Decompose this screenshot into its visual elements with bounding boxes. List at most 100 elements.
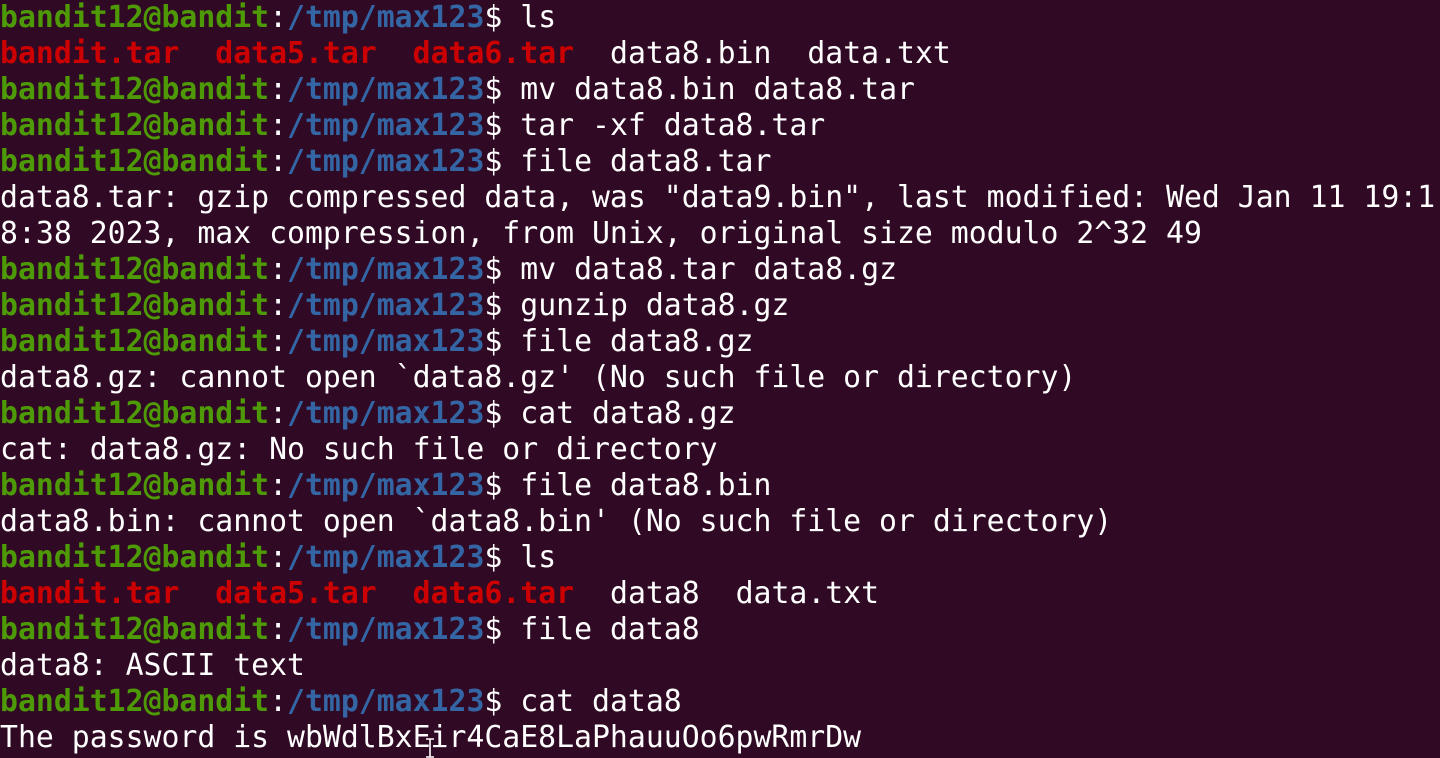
output-text: data8.gz: cannot open `data8.gz' (No suc… <box>0 360 1077 395</box>
prompt-user-host: bandit12@bandit <box>0 396 270 431</box>
output-line: data8.tar: gzip compressed data, was "da… <box>0 180 1440 216</box>
command-text: gunzip data8.gz <box>502 288 790 323</box>
prompt-colon: : <box>269 288 288 323</box>
prompt-path: /tmp/max123 <box>287 468 485 503</box>
prompt-line: bandit12@bandit:/tmp/max123$ cat data8 <box>0 684 1440 720</box>
prompt-user-host: bandit12@bandit <box>0 540 270 575</box>
file-name: data8 data.txt <box>574 576 880 611</box>
archive-file-name: bandit.tar <box>0 576 180 611</box>
prompt-colon: : <box>269 252 288 287</box>
prompt-user-host: bandit12@bandit <box>0 684 270 719</box>
prompt-dollar: $ <box>484 684 503 719</box>
file-name <box>377 36 413 71</box>
prompt-path: /tmp/max123 <box>287 396 485 431</box>
output-text: data8.bin: cannot open `data8.bin' (No s… <box>0 504 1113 539</box>
prompt-dollar: $ <box>484 468 503 503</box>
prompt-dollar: $ <box>484 108 503 143</box>
prompt-user-host: bandit12@bandit <box>0 324 270 359</box>
command-text: cat data8.gz <box>502 396 736 431</box>
archive-file-name: data5.tar <box>215 576 377 611</box>
prompt-user-host: bandit12@bandit <box>0 0 270 35</box>
prompt-colon: : <box>269 0 288 35</box>
output-line: data8.bin: cannot open `data8.bin' (No s… <box>0 504 1440 540</box>
command-text: file data8.bin <box>502 468 772 503</box>
prompt-path: /tmp/max123 <box>287 324 485 359</box>
prompt-colon: : <box>269 468 288 503</box>
file-name <box>179 576 215 611</box>
prompt-user-host: bandit12@bandit <box>0 108 270 143</box>
output-text: cat: data8.gz: No such file or directory <box>0 432 718 467</box>
archive-file-name: data5.tar <box>215 36 377 71</box>
ls-output-line: bandit.tar data5.tar data6.tar data8 dat… <box>0 576 1440 612</box>
prompt-line: bandit12@bandit:/tmp/max123$ cat data8.g… <box>0 396 1440 432</box>
prompt-path: /tmp/max123 <box>287 540 485 575</box>
prompt-user-host: bandit12@bandit <box>0 144 270 179</box>
prompt-colon: : <box>269 108 288 143</box>
output-line: data8.gz: cannot open `data8.gz' (No suc… <box>0 360 1440 396</box>
prompt-dollar: $ <box>484 144 503 179</box>
command-text: ls <box>502 0 557 35</box>
prompt-dollar: $ <box>484 72 503 107</box>
prompt-dollar: $ <box>484 0 503 35</box>
output-line: data8: ASCII text <box>0 648 1440 684</box>
prompt-user-host: bandit12@bandit <box>0 468 270 503</box>
output-text: data8.tar: gzip compressed data, was "da… <box>0 180 1436 215</box>
prompt-line: bandit12@bandit:/tmp/max123$ gunzip data… <box>0 288 1440 324</box>
command-text: tar -xf data8.tar <box>502 108 826 143</box>
prompt-path: /tmp/max123 <box>287 612 485 647</box>
prompt-colon: : <box>269 612 288 647</box>
prompt-line: bandit12@bandit:/tmp/max123$ file data8.… <box>0 144 1440 180</box>
prompt-line: bandit12@bandit:/tmp/max123$ file data8.… <box>0 324 1440 360</box>
prompt-line: bandit12@bandit:/tmp/max123$ tar -xf dat… <box>0 108 1440 144</box>
prompt-path: /tmp/max123 <box>287 252 485 287</box>
output-line: The password is wbWdlBxEir4CaE8LaPhauuOo… <box>0 720 1440 756</box>
command-text: file data8 <box>502 612 700 647</box>
prompt-colon: : <box>269 396 288 431</box>
prompt-path: /tmp/max123 <box>287 0 485 35</box>
prompt-dollar: $ <box>484 540 503 575</box>
prompt-line: bandit12@bandit:/tmp/max123$ ls <box>0 540 1440 576</box>
archive-file-name: data6.tar <box>412 576 575 611</box>
file-name <box>179 36 215 71</box>
terminal-window[interactable]: bandit12@bandit:/tmp/max123$ ls bandit.ta… <box>0 0 1440 758</box>
prompt-dollar: $ <box>484 252 503 287</box>
prompt-path: /tmp/max123 <box>287 108 485 143</box>
command-text: mv data8.bin data8.tar <box>502 72 915 107</box>
prompt-user-host: bandit12@bandit <box>0 612 270 647</box>
command-text: cat data8 <box>502 684 682 719</box>
prompt-colon: : <box>269 144 288 179</box>
prompt-colon: : <box>269 324 288 359</box>
prompt-line: bandit12@bandit:/tmp/max123$ file data8.… <box>0 468 1440 504</box>
output-line: 8:38 2023, max compression, from Unix, o… <box>0 216 1440 252</box>
ls-output-line: bandit.tar data5.tar data6.tar data8.bin… <box>0 36 1440 72</box>
prompt-path: /tmp/max123 <box>287 288 485 323</box>
prompt-user-host: bandit12@bandit <box>0 72 270 107</box>
prompt-dollar: $ <box>484 288 503 323</box>
prompt-dollar: $ <box>484 612 503 647</box>
file-name <box>377 576 413 611</box>
prompt-line: bandit12@bandit:/tmp/max123$ mv data8.ta… <box>0 252 1440 288</box>
prompt-path: /tmp/max123 <box>287 72 485 107</box>
file-name: data8.bin data.txt <box>574 36 951 71</box>
archive-file-name: data6.tar <box>412 36 575 71</box>
command-text: mv data8.tar data8.gz <box>502 252 898 287</box>
prompt-user-host: bandit12@bandit <box>0 288 270 323</box>
prompt-path: /tmp/max123 <box>287 684 485 719</box>
prompt-colon: : <box>269 684 288 719</box>
output-line: cat: data8.gz: No such file or directory <box>0 432 1440 468</box>
prompt-dollar: $ <box>484 324 503 359</box>
output-text: 8:38 2023, max compression, from Unix, o… <box>0 216 1202 251</box>
prompt-path: /tmp/max123 <box>287 144 485 179</box>
prompt-colon: : <box>269 72 288 107</box>
text-cursor-icon <box>426 738 434 758</box>
command-text: file data8.gz <box>502 324 754 359</box>
command-text: ls <box>502 540 557 575</box>
archive-file-name: bandit.tar <box>0 36 180 71</box>
output-text: data8: ASCII text <box>0 648 305 683</box>
prompt-line: bandit12@bandit:/tmp/max123$ ls <box>0 0 1440 36</box>
prompt-dollar: $ <box>484 396 503 431</box>
prompt-line: bandit12@bandit:/tmp/max123$ mv data8.bi… <box>0 72 1440 108</box>
command-text: file data8.tar <box>502 144 772 179</box>
prompt-user-host: bandit12@bandit <box>0 252 270 287</box>
prompt-line: bandit12@bandit:/tmp/max123$ file data8 <box>0 612 1440 648</box>
